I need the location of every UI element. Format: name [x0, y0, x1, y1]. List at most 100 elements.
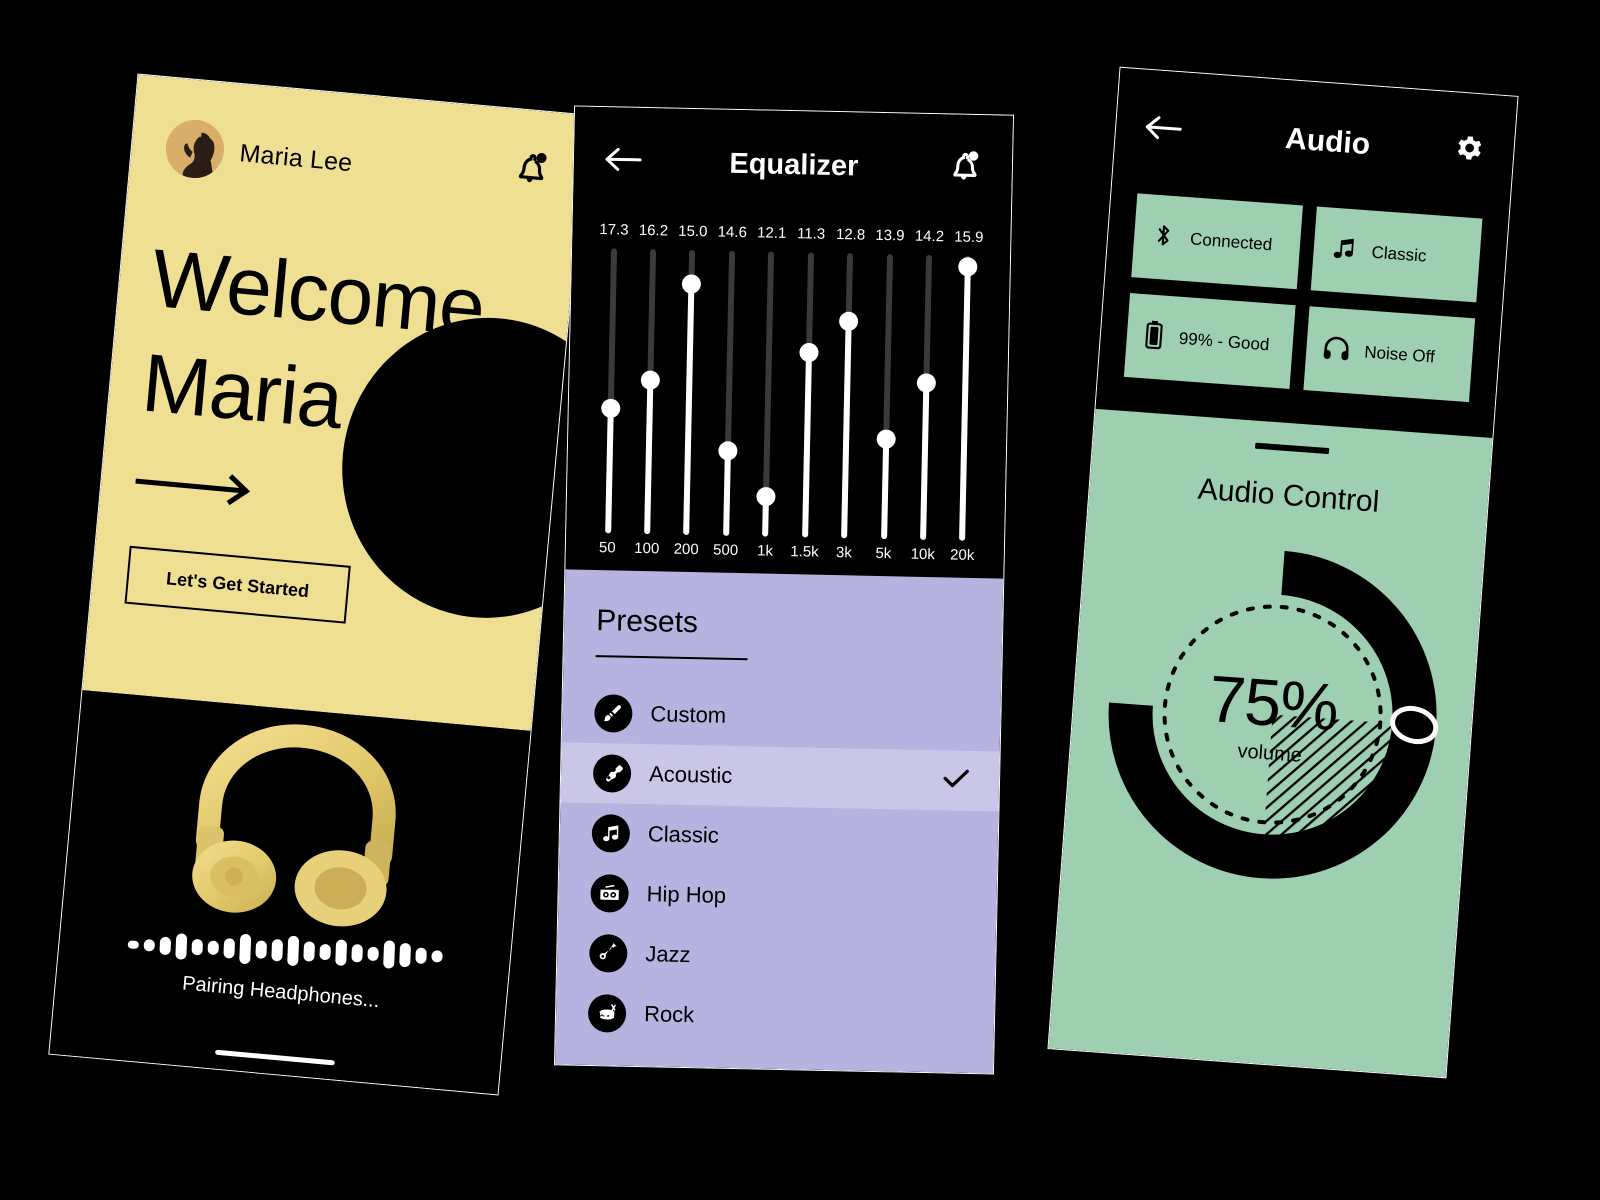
- status-card-99-good[interactable]: 99% - Good: [1123, 293, 1296, 389]
- band-slider[interactable]: [588, 248, 633, 534]
- band-frequency: 500: [712, 541, 739, 560]
- band-frequency: 20k: [949, 546, 975, 564]
- slider-knob[interactable]: [756, 487, 776, 507]
- music-note-icon: [591, 814, 631, 853]
- preset-item-acoustic[interactable]: Acoustic: [560, 742, 1000, 812]
- status-card-label: Connected: [1189, 229, 1273, 255]
- panel-title: Audio Control: [1196, 472, 1381, 519]
- slider-knob[interactable]: [798, 342, 819, 362]
- equalizer-bands: 17.3 16.2 15.0 14.6 12.1 11.3 12.8 13.9 14.2 15.9…: [565, 214, 1011, 579]
- slider-knob[interactable]: [958, 257, 978, 277]
- slider-fill: [959, 267, 972, 541]
- band-slider[interactable]: [825, 253, 870, 539]
- status-card-classic[interactable]: Classic: [1310, 206, 1483, 303]
- slider-fill: [722, 450, 731, 536]
- slider-fill: [880, 439, 889, 540]
- audio-control-panel: Audio Control 75% volume: [1048, 408, 1493, 1078]
- slider-knob[interactable]: [839, 311, 859, 332]
- headphones-icon: [1321, 334, 1351, 367]
- presets-divider: [595, 655, 748, 661]
- screenshot-stage: Maria Lee Welcome, Maria Let's Get Start…: [0, 0, 1600, 1200]
- pairing-status-text: Pairing Headphones...: [181, 972, 381, 1013]
- band-value: 14.6: [717, 223, 748, 242]
- bluetooth-icon: [1149, 220, 1177, 255]
- notification-bell-icon[interactable]: [945, 147, 982, 191]
- band-value: 15.9: [954, 228, 984, 247]
- band-value: 12.1: [756, 224, 787, 242]
- slider-knob[interactable]: [600, 398, 620, 418]
- profile-header[interactable]: Maria Lee: [163, 117, 354, 193]
- band-slider[interactable]: [904, 254, 949, 541]
- back-button[interactable]: [604, 146, 643, 178]
- equalizer-header: Equalizer: [572, 106, 1013, 224]
- band-frequency: 5k: [875, 544, 892, 563]
- band-value-row: 17.3 16.2 15.0 14.6 12.1 11.3 12.8 13.9 14.2 15.9: [594, 221, 988, 246]
- presets-section: Presets Custom Acoustic Classic Hip Hop Jazz…: [555, 569, 1004, 1074]
- preset-item-jazz[interactable]: Jazz: [557, 922, 996, 991]
- drum-icon: [587, 993, 627, 1033]
- slider-fill: [644, 380, 654, 535]
- preset-label: Classic: [647, 821, 720, 848]
- preset-label: Hip Hop: [646, 881, 727, 908]
- gear-icon[interactable]: [1452, 133, 1487, 172]
- audio-screen: Audio Connected Classic 99% - Good Noise Of…: [1047, 66, 1519, 1079]
- slider-knob[interactable]: [916, 373, 937, 393]
- preset-item-rock[interactable]: Rock: [555, 982, 994, 1051]
- preset-label: Rock: [643, 1001, 695, 1028]
- band-slider[interactable]: [943, 255, 988, 541]
- preset-item-custom[interactable]: Custom: [562, 682, 1001, 751]
- status-card-label: Classic: [1371, 242, 1428, 266]
- status-card-noise-off[interactable]: Noise Off: [1303, 306, 1476, 403]
- saxophone-icon: [588, 934, 628, 973]
- music-note-icon: [1329, 233, 1359, 268]
- band-value: 16.2: [638, 221, 669, 240]
- band-value: 14.2: [914, 227, 945, 246]
- slider-knob[interactable]: [876, 429, 896, 450]
- get-started-button[interactable]: Let's Get Started: [124, 545, 351, 624]
- back-button[interactable]: [1143, 113, 1183, 147]
- band-slider[interactable]: [706, 250, 751, 536]
- band-frequency: 1.5k: [790, 543, 819, 561]
- presets-heading: Presets: [595, 604, 699, 640]
- slider-knob[interactable]: [718, 440, 738, 460]
- guitar-icon: [592, 754, 632, 793]
- slider-fill: [604, 407, 614, 534]
- presets-list: Custom Acoustic Classic Hip Hop Jazz Rock: [555, 682, 1000, 1051]
- band-slider[interactable]: [785, 252, 830, 538]
- notification-bell-icon[interactable]: [509, 147, 551, 195]
- checkmark-icon: [943, 768, 970, 794]
- band-value: 11.3: [796, 225, 826, 243]
- band-value: 12.8: [835, 226, 866, 244]
- slider-fill: [801, 352, 812, 538]
- page-title: Equalizer: [729, 147, 859, 182]
- paintbrush-icon: [593, 694, 633, 733]
- pairing-section: Pairing Headphones...: [49, 690, 531, 1096]
- drag-handle-icon[interactable]: [1254, 442, 1330, 455]
- band-slider[interactable]: [628, 249, 673, 535]
- band-slider[interactable]: [864, 254, 909, 540]
- status-cards-grid: Connected Classic 99% - Good Noise Off: [1095, 185, 1509, 438]
- avatar: [163, 117, 227, 181]
- slider-knob[interactable]: [640, 370, 660, 390]
- band-value: 13.9: [875, 226, 905, 245]
- preset-item-classic[interactable]: Classic: [559, 802, 998, 871]
- preset-label: Acoustic: [648, 761, 733, 788]
- band-frequency: 100: [634, 539, 660, 558]
- headphones-product-image: [172, 706, 420, 936]
- status-card-connected[interactable]: Connected: [1131, 193, 1303, 290]
- band-slider-row: [588, 248, 988, 541]
- page-title: Welcome, Maria: [138, 227, 511, 468]
- slider-fill: [920, 383, 930, 540]
- band-frequency: 1k: [756, 542, 774, 560]
- preset-label: Jazz: [645, 941, 691, 968]
- arrow-right-icon[interactable]: [134, 464, 255, 514]
- band-slider[interactable]: [746, 251, 791, 537]
- slider-knob[interactable]: [682, 274, 702, 294]
- band-value: 15.0: [678, 222, 708, 241]
- band-slider[interactable]: [667, 249, 712, 536]
- battery-icon: [1142, 319, 1167, 356]
- welcome-screen: Maria Lee Welcome, Maria Let's Get Start…: [48, 73, 588, 1096]
- preset-item-hip-hop[interactable]: Hip Hop: [558, 862, 997, 931]
- volume-dial[interactable]: 75% volume: [1080, 522, 1465, 907]
- slider-fill: [683, 284, 695, 536]
